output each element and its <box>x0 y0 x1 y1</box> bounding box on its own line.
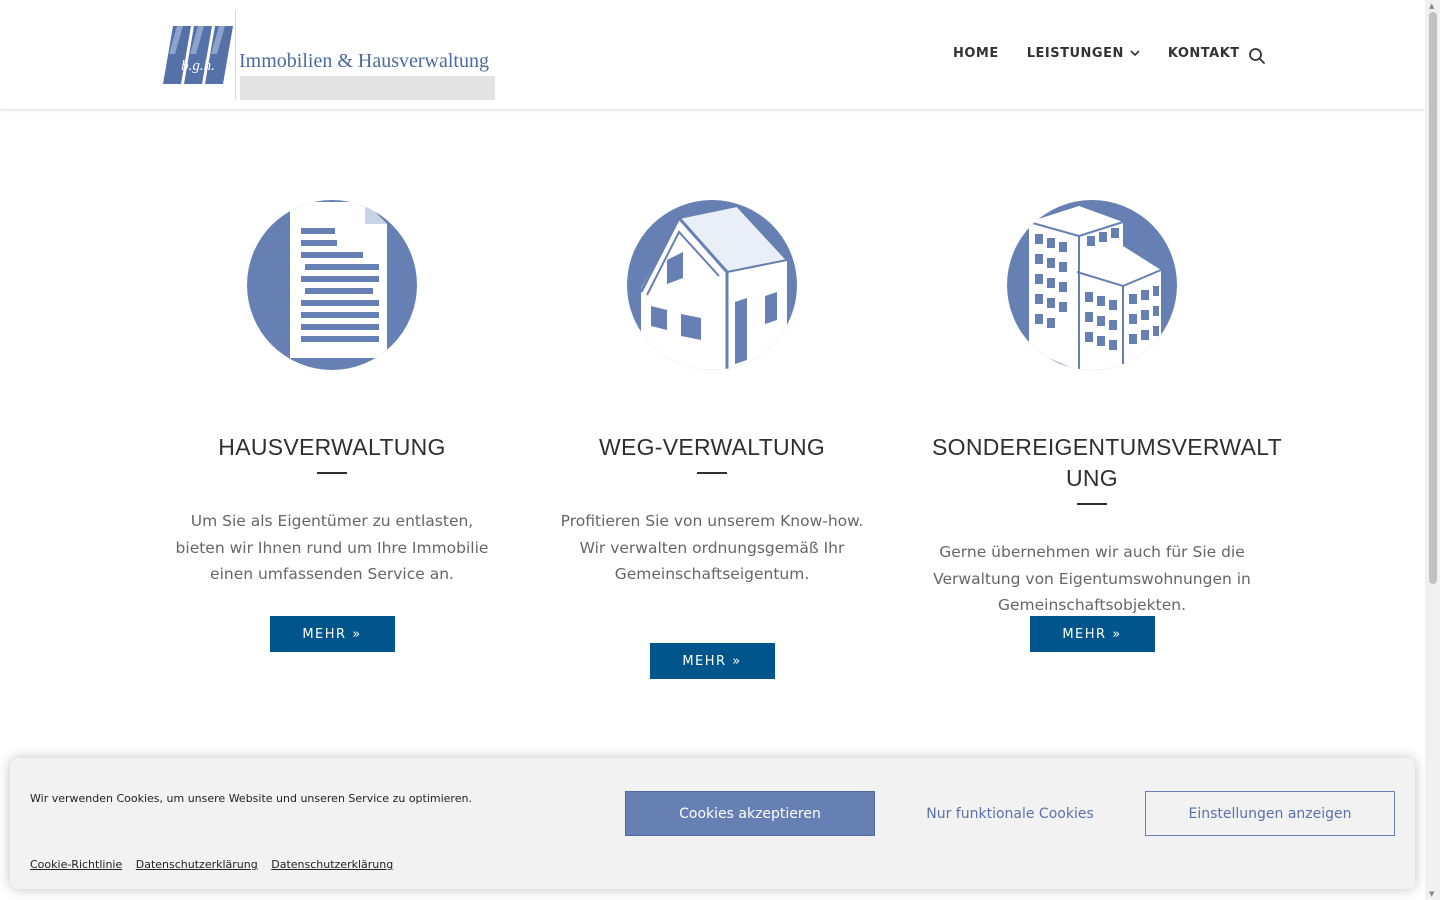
service-sondereigentumsverwaltung: SONDEREIGENTUMSVERWALT UNG Gerne überneh… <box>922 200 1282 652</box>
nav-home[interactable]: HOME <box>953 46 999 61</box>
service-title: WEG-VERWALTUNG <box>598 434 826 460</box>
logo-divider <box>235 10 236 100</box>
service-text: Gerne übernehmen wir auch für Sie die Ve… <box>933 543 1251 614</box>
service-text: Um Sie als Eigentümer zu entlasten, biet… <box>175 512 489 583</box>
service-weg-verwaltung: WEG-VERWALTUNG Profitieren Sie von unser… <box>542 200 882 679</box>
nav-kontakt[interactable]: KONTAKT <box>1168 46 1240 61</box>
page-scrollbar[interactable]: ▲ ▼ <box>1425 0 1440 900</box>
logo-subbar <box>240 76 495 100</box>
logo-mark-text: b.g.h. <box>181 58 215 74</box>
cookie-policy-link[interactable]: Cookie-Richtlinie <box>30 858 122 871</box>
mehr-button-sondereigentumsverwaltung[interactable]: MEHR » <box>1029 615 1155 652</box>
scroll-down-icon[interactable]: ▼ <box>1429 890 1434 898</box>
nav-leistungen-label: LEISTUNGEN <box>1026 46 1124 61</box>
title-rule <box>697 472 727 474</box>
mehr-button-weg-verwaltung[interactable]: MEHR » <box>649 642 775 679</box>
service-title: HAUSVERWALTUNG <box>218 434 446 460</box>
logo-mark-icon: b.g.h. <box>163 26 233 84</box>
chevron-down-icon <box>1130 50 1140 57</box>
cookie-banner: Wir verwenden Cookies, um unsere Website… <box>10 758 1415 889</box>
mehr-button-hausverwaltung[interactable]: MEHR » <box>269 615 395 652</box>
title-rule <box>1077 503 1107 505</box>
accept-cookies-button[interactable]: Cookies akzeptieren <box>625 791 875 836</box>
service-text: Profitieren Sie von unserem Know-how. Wi… <box>560 512 864 583</box>
nav-home-label: HOME <box>953 46 999 61</box>
privacy-policy-link-2[interactable]: Datenschutzerklärung <box>271 858 393 871</box>
nav-kontakt-label: KONTAKT <box>1167 46 1240 61</box>
nav-leistungen[interactable]: LEISTUNGEN <box>1027 46 1140 61</box>
cookie-settings-button[interactable]: Einstellungen anzeigen <box>1145 791 1395 836</box>
service-title: SONDEREIGENTUMSVERWALT UNG <box>932 434 1282 491</box>
search-icon[interactable] <box>1248 47 1266 65</box>
logo-text: Immobilien & Hausverwaltung <box>239 50 489 72</box>
service-hausverwaltung: HAUSVERWALTUNG Um Sie als Eigentümer zu … <box>162 200 502 652</box>
site-logo[interactable]: b.g.h. Immobilien & Hausverwaltung <box>163 10 503 102</box>
service-icon-circle <box>1007 200 1177 370</box>
privacy-policy-link[interactable]: Datenschutzerklärung <box>136 858 258 871</box>
cookie-links: Cookie-Richtlinie Datenschutzerklärung D… <box>30 858 403 871</box>
scroll-up-icon[interactable]: ▲ <box>1429 2 1434 10</box>
service-icon-circle <box>247 200 417 370</box>
main-nav: HOME LEISTUNGEN KONTAKT <box>953 46 1268 61</box>
title-rule <box>317 472 347 474</box>
cookie-message: Wir verwenden Cookies, um unsere Website… <box>30 792 472 805</box>
house-icon <box>639 204 789 370</box>
building-icon <box>1028 206 1162 370</box>
functional-cookies-button[interactable]: Nur funktionale Cookies <box>885 791 1135 836</box>
scrollbar-thumb[interactable] <box>1429 12 1437 584</box>
service-icon-circle <box>627 200 797 370</box>
document-icon <box>288 202 387 358</box>
site-header: b.g.h. Immobilien & Hausverwaltung HOME … <box>0 0 1425 110</box>
